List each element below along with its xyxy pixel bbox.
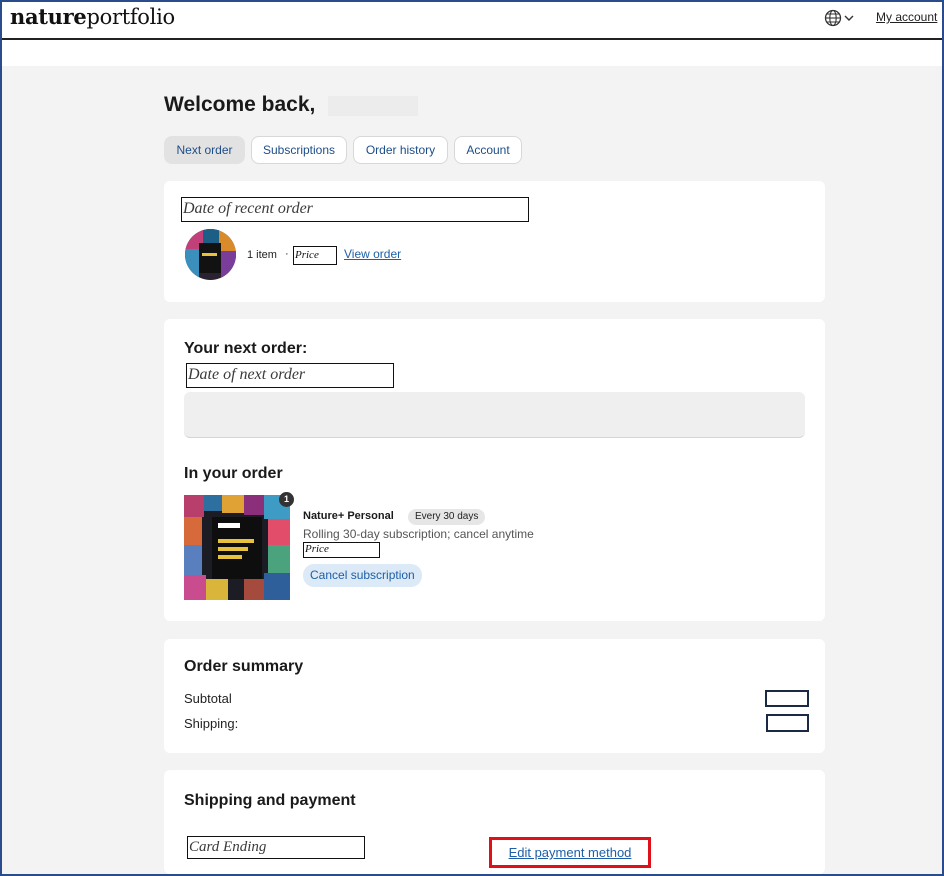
tab-subscriptions[interactable]: Subscriptions <box>251 136 347 164</box>
recent-order-thumbnail <box>185 229 236 280</box>
subtotal-label: Subtotal <box>184 691 232 706</box>
in-your-order-heading: In your order <box>184 465 283 482</box>
nature-plus-product-image <box>184 495 290 600</box>
product-name: Nature+ Personal <box>303 510 394 522</box>
recent-order-separator: · <box>285 248 289 260</box>
frequency-badge: Every 30 days <box>408 509 486 525</box>
recent-order-item-count: 1 item <box>247 249 277 261</box>
next-order-title: Your next order: <box>184 340 308 357</box>
next-order-info-block <box>184 392 805 438</box>
tab-next-order[interactable]: Next order <box>164 136 245 164</box>
subtotal-value-redacted <box>765 690 809 707</box>
recent-order-price-placeholder: Price <box>293 246 337 265</box>
cancel-subscription-button[interactable]: Cancel subscription <box>303 564 422 587</box>
card-ending-placeholder: Card Ending <box>187 836 365 859</box>
welcome-heading: Welcome back, <box>164 93 316 116</box>
edit-payment-method-link[interactable]: Edit payment method <box>489 837 651 868</box>
shipping-payment-title: Shipping and payment <box>184 792 356 809</box>
my-account-link[interactable]: My account <box>876 10 937 24</box>
recent-order-date-placeholder: Date of recent order <box>181 197 529 222</box>
view-order-link[interactable]: View order <box>344 247 401 261</box>
next-order-date-placeholder: Date of next order <box>186 363 394 388</box>
chevron-down-icon[interactable] <box>843 12 855 24</box>
tab-account[interactable]: Account <box>454 136 522 164</box>
globe-icon[interactable] <box>824 9 842 27</box>
tab-order-history[interactable]: Order history <box>353 136 448 164</box>
shipping-label: Shipping: <box>184 716 239 731</box>
nature-portfolio-logo[interactable]: natureportfolio <box>10 4 175 29</box>
logo-rest-text: portfolio <box>86 5 175 29</box>
redacted-user-name <box>328 96 418 116</box>
logo-bold-text: nature <box>10 4 87 29</box>
shipping-value-redacted <box>766 714 809 732</box>
order-summary-title: Order summary <box>184 658 304 675</box>
product-description: Rolling 30-day subscription; cancel anyt… <box>303 527 534 541</box>
product-price-placeholder: Price <box>303 542 380 558</box>
top-navigation-bar: natureportfolio My account <box>2 2 942 40</box>
order-summary-card <box>164 639 825 753</box>
item-quantity-badge: 1 <box>279 492 294 507</box>
